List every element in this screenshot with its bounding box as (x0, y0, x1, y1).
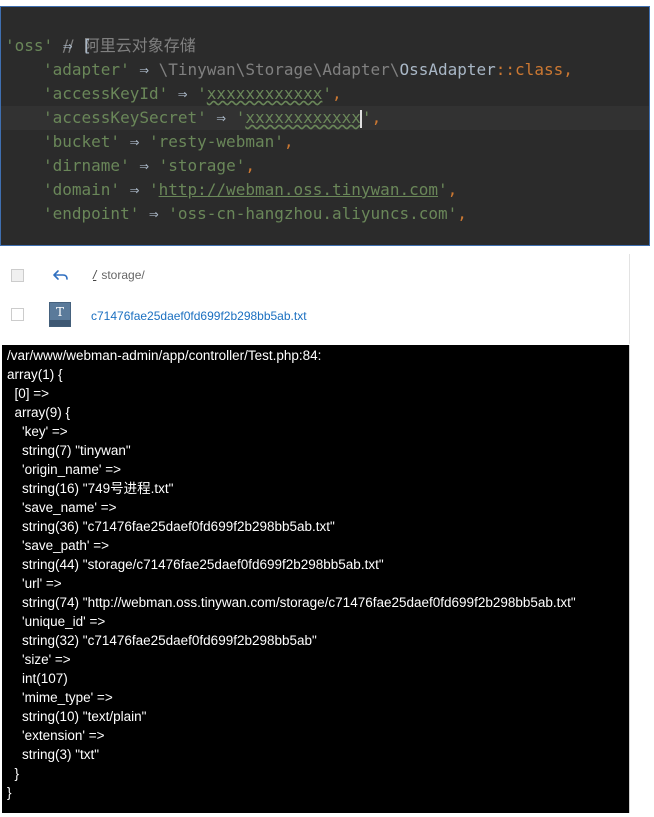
terminal-line: 'save_path' => (7, 538, 109, 553)
code-editor[interactable]: // 阿里云对象存储 'oss' ⇒ [ 'adapter' ⇒ \Tinywa… (0, 6, 650, 246)
arrow-operator: ⇒ (148, 204, 159, 223)
endpoint-value: oss-cn-hangzhou.aliyuncs.com (177, 204, 448, 223)
arrow-operator: ⇒ (139, 60, 149, 79)
domain-value[interactable]: http://webman.oss.tinywan.com (159, 180, 438, 199)
dirname-value: storage (168, 156, 236, 175)
arrow-operator: ⇒ (62, 36, 73, 55)
arrow-operator: ⇒ (139, 156, 149, 175)
terminal-line: 'size' => (7, 652, 71, 667)
terminal-line: string(3) "txt" (7, 747, 100, 762)
terminal-line: 'mime_type' => (7, 690, 113, 705)
terminal-line: 'extension' => (7, 728, 105, 743)
endpoint-key: 'endpoint' (43, 204, 140, 223)
terminal-line: } (7, 785, 12, 800)
code-line-endpoint: 'endpoint' ⇒ 'oss-cn-hangzhou.aliyuncs.c… (43, 204, 467, 223)
scope-operator: :: (495, 60, 516, 79)
domain-key: 'domain' (43, 180, 121, 199)
oss-key: 'oss' (5, 36, 54, 55)
bucket-value: resty-webman (158, 132, 275, 151)
terminal-line: 'url' => (7, 576, 62, 591)
terminal-line: array(9) { (7, 405, 71, 420)
back-arrow-icon[interactable] (52, 266, 70, 284)
terminal-line: string(74) "http://webman.oss.tinywan.co… (7, 595, 576, 610)
arrow-operator: ⇒ (216, 108, 227, 127)
adapter-class: OssAdapter (399, 60, 496, 79)
terminal-line: 'unique_id' => (7, 614, 106, 629)
terminal-line: 'key' => (7, 424, 68, 439)
class-keyword: class (515, 60, 564, 79)
comma: , (283, 132, 294, 151)
adapter-key: 'adapter' (43, 60, 130, 79)
file-browser: / storage/ T c71476fae25daef0fd699f2b298b… (0, 254, 630, 344)
code-line-close: ], (5, 226, 82, 245)
terminal-line: int(107) (7, 671, 68, 686)
svg-text:T: T (56, 305, 64, 319)
terminal-line: string(10) "text/plain" (7, 709, 147, 724)
open-bracket: [ (82, 36, 92, 55)
adapter-namespace: \Tinywan\Storage\Adapter\ (158, 60, 400, 79)
breadcrumb: / storage/ (93, 268, 145, 282)
select-all-checkbox[interactable] (11, 269, 24, 282)
terminal-line: string(44) "storage/c71476fae25daef0fd69… (7, 557, 384, 572)
accesskeysecret-key: 'accessKeySecret' (43, 108, 207, 127)
code-line-adapter: 'adapter' ⇒ \Tinywan\Storage\Adapter\Oss… (5, 58, 573, 82)
screenshot-root: // 阿里云对象存储 'oss' ⇒ [ 'adapter' ⇒ \Tinywa… (0, 0, 654, 817)
comma: , (457, 204, 467, 223)
dirname-key: 'dirname' (43, 156, 130, 175)
terminal-line: string(16) "749号进程.txt" (7, 481, 174, 496)
arrow-operator: ⇒ (129, 132, 140, 151)
terminal-line: [0] => (7, 386, 50, 401)
breadcrumb-current[interactable]: storage/ (101, 268, 144, 282)
file-name-link[interactable]: c71476fae25daef0fd699f2b298bb5ab.txt (91, 309, 307, 323)
arrow-operator: ⇒ (177, 84, 188, 103)
terminal-line: string(36) "c71476fae25daef0fd699f2b298b… (7, 519, 335, 534)
code-line-accesskeysecret: 'accessKeySecret' ⇒ 'xxxxxxxxxxxx', (43, 108, 382, 128)
text-file-icon: T (49, 302, 71, 327)
terminal-output: /var/www/webman-admin/app/controller/Tes… (2, 345, 629, 813)
code-line-oss: 'oss' ⇒ [ (5, 34, 92, 58)
terminal-line: 'origin_name' => (7, 462, 121, 477)
code-comment-line: // 阿里云对象存储 (5, 10, 196, 55)
arrow-operator: ⇒ (129, 180, 140, 199)
bucket-key: 'bucket' (43, 132, 121, 151)
terminal-line: /var/www/webman-admin/app/controller/Tes… (7, 348, 322, 363)
terminal-line: string(7) "tinywan" (7, 443, 131, 458)
comma: , (563, 60, 573, 79)
accesskeysecret-value: xxxxxxxxxxxx (245, 108, 361, 127)
breadcrumb-root[interactable]: / (93, 268, 96, 282)
comma: , (245, 156, 255, 175)
terminal-line: array(1) { (7, 367, 63, 382)
comma: , (332, 84, 342, 103)
terminal-line: } (7, 766, 20, 781)
accesskeyid-key: 'accessKeyId' (43, 84, 169, 103)
accesskeyid-value: xxxxxxxxxxxx (206, 84, 323, 103)
code-line-dirname: 'dirname' ⇒ 'storage', (43, 156, 255, 175)
code-line-domain: 'domain' ⇒ 'http://webman.oss.tinywan.co… (43, 180, 458, 199)
panel-divider (629, 345, 630, 813)
terminal-line: 'save_name' => (7, 500, 117, 515)
file-row-checkbox[interactable] (11, 308, 24, 321)
comma: , (447, 180, 458, 199)
code-line-accesskeyid: 'accessKeyId' ⇒ 'xxxxxxxxxxxx', (43, 84, 342, 103)
comma: , (371, 108, 382, 127)
code-line-bucket: 'bucket' ⇒ 'resty-webman', (43, 132, 294, 151)
terminal-line: string(32) "c71476fae25daef0fd699f2b298b… (7, 633, 317, 648)
